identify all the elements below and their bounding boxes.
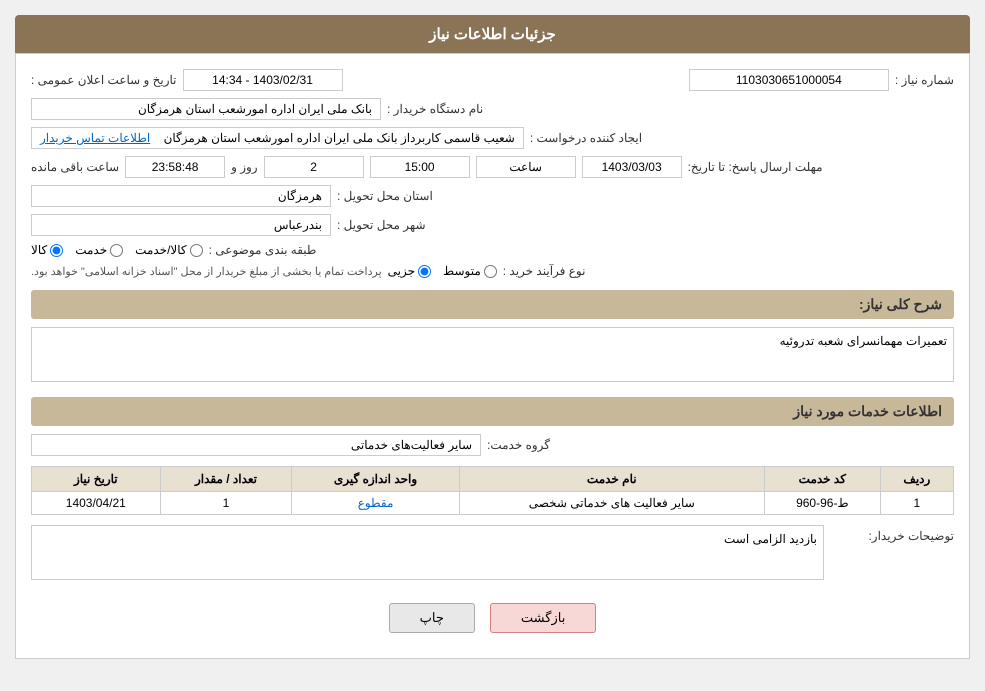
col-unit: واحد اندازه گیری: [292, 467, 459, 492]
col-date: تاریخ نیاز: [32, 467, 161, 492]
buyer-notes-textarea[interactable]: [31, 525, 824, 580]
cell-date: 1403/04/21: [32, 492, 161, 515]
need-number-label: شماره نیاز :: [895, 73, 954, 87]
process-label: نوع فرآیند خرید :: [503, 264, 586, 278]
buyer-notes-label: توضیحات خریدار:: [868, 529, 954, 543]
contact-info-link[interactable]: اطلاعات تماس خریدار: [40, 131, 150, 145]
announce-datetime-value: 1403/02/31 - 14:34: [183, 69, 343, 91]
process-jozyi[interactable]: جزیی: [388, 264, 431, 278]
deadline-remaining-label: ساعت باقی مانده: [31, 160, 119, 174]
cell-service-name: سایر فعالیت های خدماتی شخصی: [459, 492, 764, 515]
col-quantity: تعداد / مقدار: [160, 467, 292, 492]
deadline-days-label: روز و: [231, 160, 258, 174]
category-khadamat[interactable]: خدمت: [75, 243, 123, 257]
deadline-label: مهلت ارسال پاسخ: تا تاریخ:: [688, 160, 823, 174]
process-note: پرداخت تمام یا بخشی از مبلغ خریدار از مح…: [31, 265, 382, 278]
need-description-header: شرح کلی نیاز:: [31, 290, 954, 319]
province-label: استان محل تحویل :: [337, 189, 433, 203]
service-group-label: گروه خدمت:: [487, 438, 550, 452]
deadline-remaining: 23:58:48: [125, 156, 225, 178]
creator-label: ایجاد کننده درخواست :: [530, 131, 642, 145]
service-info-header: اطلاعات خدمات مورد نیاز: [31, 397, 954, 426]
cell-service-code: ط-96-960: [764, 492, 880, 515]
cell-row: 1: [880, 492, 953, 515]
creator-value: شعیب قاسمی کاربرداز بانک ملی ایران اداره…: [31, 127, 524, 149]
announce-datetime-label: تاریخ و ساعت اعلان عمومی :: [31, 73, 177, 87]
table-row: 1 ط-96-960 سایر فعالیت های خدماتی شخصی م…: [32, 492, 954, 515]
cell-unit: مقطوع: [292, 492, 459, 515]
page-title: جزئیات اطلاعات نیاز: [15, 15, 970, 53]
service-group-value: سایر فعالیت‌های خدماتی: [31, 434, 481, 456]
buyer-org-label: نام دستگاه خریدار :: [387, 102, 483, 116]
button-row: بازگشت چاپ: [31, 603, 954, 633]
category-kala[interactable]: کالا: [31, 243, 63, 257]
process-motawaset[interactable]: متوسط: [443, 264, 497, 278]
deadline-time: 15:00: [370, 156, 470, 178]
service-table: ردیف کد خدمت نام خدمت واحد اندازه گیری ت…: [31, 466, 954, 515]
back-button[interactable]: بازگشت: [490, 603, 596, 633]
category-kala-khadamat[interactable]: کالا/خدمت: [135, 243, 202, 257]
col-service-code: کد خدمت: [764, 467, 880, 492]
city-label: شهر محل تحویل :: [337, 218, 426, 232]
cell-quantity: 1: [160, 492, 292, 515]
buyer-org-value: بانک ملی ایران اداره امورشعب استان هرمزگ…: [31, 98, 381, 120]
category-label: طبقه بندی موضوعی :: [209, 243, 317, 257]
col-row: ردیف: [880, 467, 953, 492]
col-service-name: نام خدمت: [459, 467, 764, 492]
need-number-value: 1103030651000054: [689, 69, 889, 91]
deadline-days: 2: [264, 156, 364, 178]
deadline-date: 1403/03/03: [582, 156, 682, 178]
need-description-textarea[interactable]: [31, 327, 954, 382]
city-value: بندرعباس: [31, 214, 331, 236]
print-button[interactable]: چاپ: [389, 603, 475, 633]
province-value: هرمزگان: [31, 185, 331, 207]
deadline-time-label: ساعت: [476, 156, 576, 178]
